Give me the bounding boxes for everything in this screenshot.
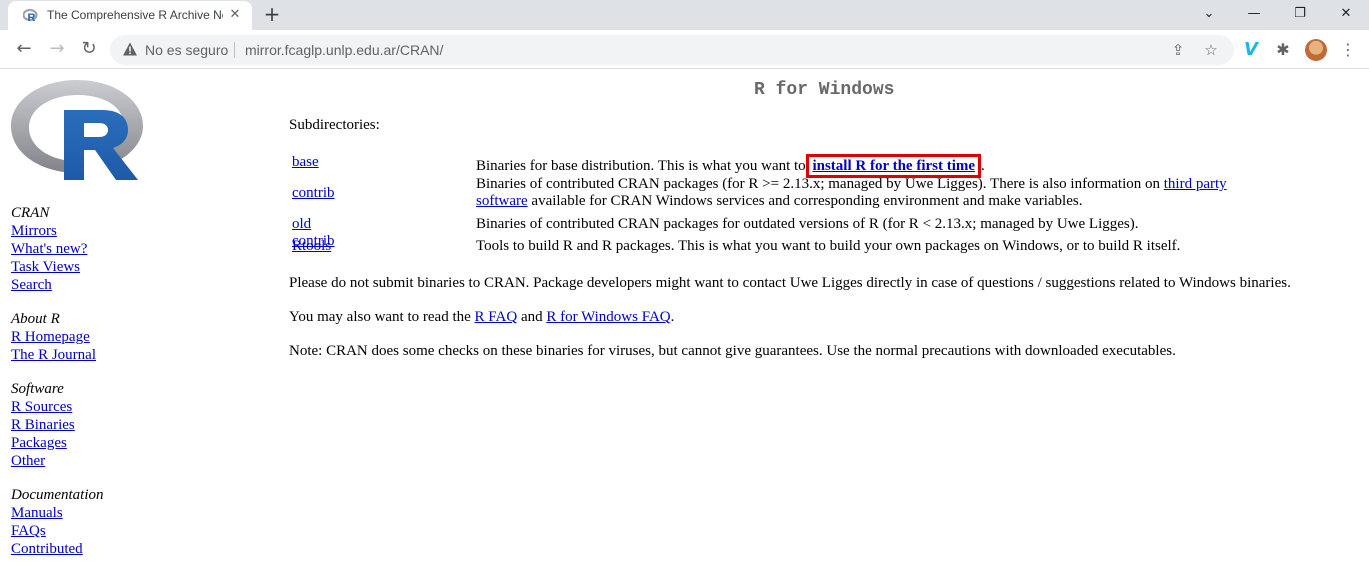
page-title: R for Windows bbox=[754, 80, 895, 100]
tab-search-button[interactable]: ⌄ bbox=[1186, 0, 1232, 30]
omnibox-divider bbox=[234, 42, 235, 58]
virus-check-note: Note: CRAN does some checks on these bin… bbox=[289, 343, 1176, 359]
r-logo bbox=[11, 80, 143, 180]
profile-avatar[interactable] bbox=[1305, 39, 1327, 61]
submit-binaries-notice: Please do not submit binaries to CRAN. P… bbox=[289, 275, 1291, 291]
sidebar-link-r-sources[interactable]: R Sources bbox=[11, 398, 161, 416]
sidebar-group-about-r: About R R Homepage The R Journal bbox=[11, 310, 161, 364]
forward-icon[interactable]: → bbox=[45, 37, 69, 61]
warning-icon[interactable] bbox=[122, 41, 138, 57]
faq-paragraph-text: You may also want to read the bbox=[289, 309, 475, 325]
restore-button[interactable]: ❐ bbox=[1277, 0, 1323, 30]
browser-tab[interactable]: R The Comprehensive R Archive Network ✕ bbox=[8, 1, 252, 30]
close-window-button[interactable]: ✕ bbox=[1323, 0, 1369, 30]
sidebar-link-faqs[interactable]: FAQs bbox=[11, 522, 161, 540]
sidebar-group-software: Software R Sources R Binaries Packages O… bbox=[11, 380, 161, 470]
browser-menu-icon[interactable]: ⋮ bbox=[1340, 39, 1356, 61]
page-content: CRAN Mirrors What's new? Task Views Sear… bbox=[0, 70, 1369, 573]
sidebar-link-task-views[interactable]: Task Views bbox=[11, 258, 161, 276]
install-r-first-time-link[interactable]: install R for the first time bbox=[806, 154, 982, 178]
row-description: Tools to build R and R packages. This is… bbox=[476, 238, 1181, 254]
row-description: Binaries of contributed CRAN packages fo… bbox=[476, 216, 1139, 232]
sidebar-link-other[interactable]: Other bbox=[11, 452, 161, 470]
row-description: Binaries for base distribution. This is … bbox=[476, 154, 1246, 178]
tab-close-icon[interactable]: ✕ bbox=[226, 6, 244, 24]
address-bar[interactable]: No es seguro mirror.fcaglp.unlp.edu.ar/C… bbox=[110, 35, 1234, 65]
sidebar-link-r-journal[interactable]: The R Journal bbox=[11, 346, 161, 364]
sidebar-link-mirrors[interactable]: Mirrors bbox=[11, 222, 161, 240]
sidebar: CRAN Mirrors What's new? Task Views Sear… bbox=[11, 204, 161, 573]
sidebar-link-contributed[interactable]: Contributed bbox=[11, 540, 161, 558]
minimize-button[interactable]: — bbox=[1231, 0, 1277, 30]
sidebar-link-r-homepage[interactable]: R Homepage bbox=[11, 328, 161, 346]
row-description-tail: . bbox=[981, 158, 985, 174]
url-text[interactable]: mirror.fcaglp.unlp.edu.ar/CRAN/ bbox=[245, 42, 443, 58]
faq-paragraph-conjunction: and bbox=[517, 309, 547, 325]
subdir-link-rtools[interactable]: Rtools bbox=[292, 238, 331, 255]
sidebar-heading-about-r: About R bbox=[11, 311, 60, 327]
r-favicon-icon: R bbox=[23, 9, 38, 24]
tab-title: The Comprehensive R Archive Network bbox=[47, 8, 223, 22]
sidebar-heading-software: Software bbox=[11, 381, 64, 397]
r-faq-link[interactable]: R FAQ bbox=[475, 309, 518, 325]
svg-text:R: R bbox=[28, 12, 36, 24]
sidebar-heading-documentation: Documentation bbox=[11, 487, 104, 503]
share-icon[interactable]: ⇪ bbox=[1168, 40, 1188, 60]
back-icon[interactable]: ← bbox=[12, 37, 36, 61]
row-description: Binaries of contributed CRAN packages (f… bbox=[476, 176, 1256, 210]
row-description-tail: available for CRAN Windows services and … bbox=[527, 193, 1083, 209]
vimeo-extension-icon[interactable]: V bbox=[1240, 39, 1262, 61]
row-description-text: Binaries for base distribution. This is … bbox=[476, 158, 810, 174]
sidebar-heading-cran: CRAN bbox=[11, 205, 50, 221]
sidebar-link-search[interactable]: Search bbox=[11, 276, 161, 294]
bookmark-star-icon[interactable]: ☆ bbox=[1201, 40, 1221, 60]
row-description-text: Binaries of contributed CRAN packages (f… bbox=[476, 176, 1164, 192]
security-label[interactable]: No es seguro bbox=[145, 42, 228, 58]
tab-strip: R The Comprehensive R Archive Network ✕ … bbox=[0, 0, 1369, 30]
extensions-puzzle-icon[interactable]: ✱ bbox=[1272, 39, 1294, 61]
faq-paragraph: You may also want to read the R FAQ and … bbox=[289, 309, 674, 326]
sidebar-link-r-binaries[interactable]: R Binaries bbox=[11, 416, 161, 434]
faq-paragraph-period: . bbox=[670, 309, 675, 325]
reload-icon[interactable]: ↻ bbox=[77, 37, 101, 61]
r-for-windows-faq-link[interactable]: R for Windows FAQ bbox=[546, 309, 670, 325]
browser-toolbar: ← → ↻ No es seguro mirror.fcaglp.unlp.ed… bbox=[0, 30, 1369, 69]
subdirectories-label: Subdirectories: bbox=[289, 117, 380, 133]
sidebar-link-manuals[interactable]: Manuals bbox=[11, 504, 161, 522]
sidebar-group-cran: CRAN Mirrors What's new? Task Views Sear… bbox=[11, 204, 161, 294]
sidebar-group-documentation: Documentation Manuals FAQs Contributed bbox=[11, 486, 161, 558]
sidebar-link-packages[interactable]: Packages bbox=[11, 434, 161, 452]
subdir-link-base[interactable]: base bbox=[292, 154, 319, 171]
new-tab-button[interactable]: + bbox=[260, 3, 284, 27]
subdir-link-contrib[interactable]: contrib bbox=[292, 185, 335, 202]
sidebar-link-whats-new[interactable]: What's new? bbox=[11, 240, 161, 258]
